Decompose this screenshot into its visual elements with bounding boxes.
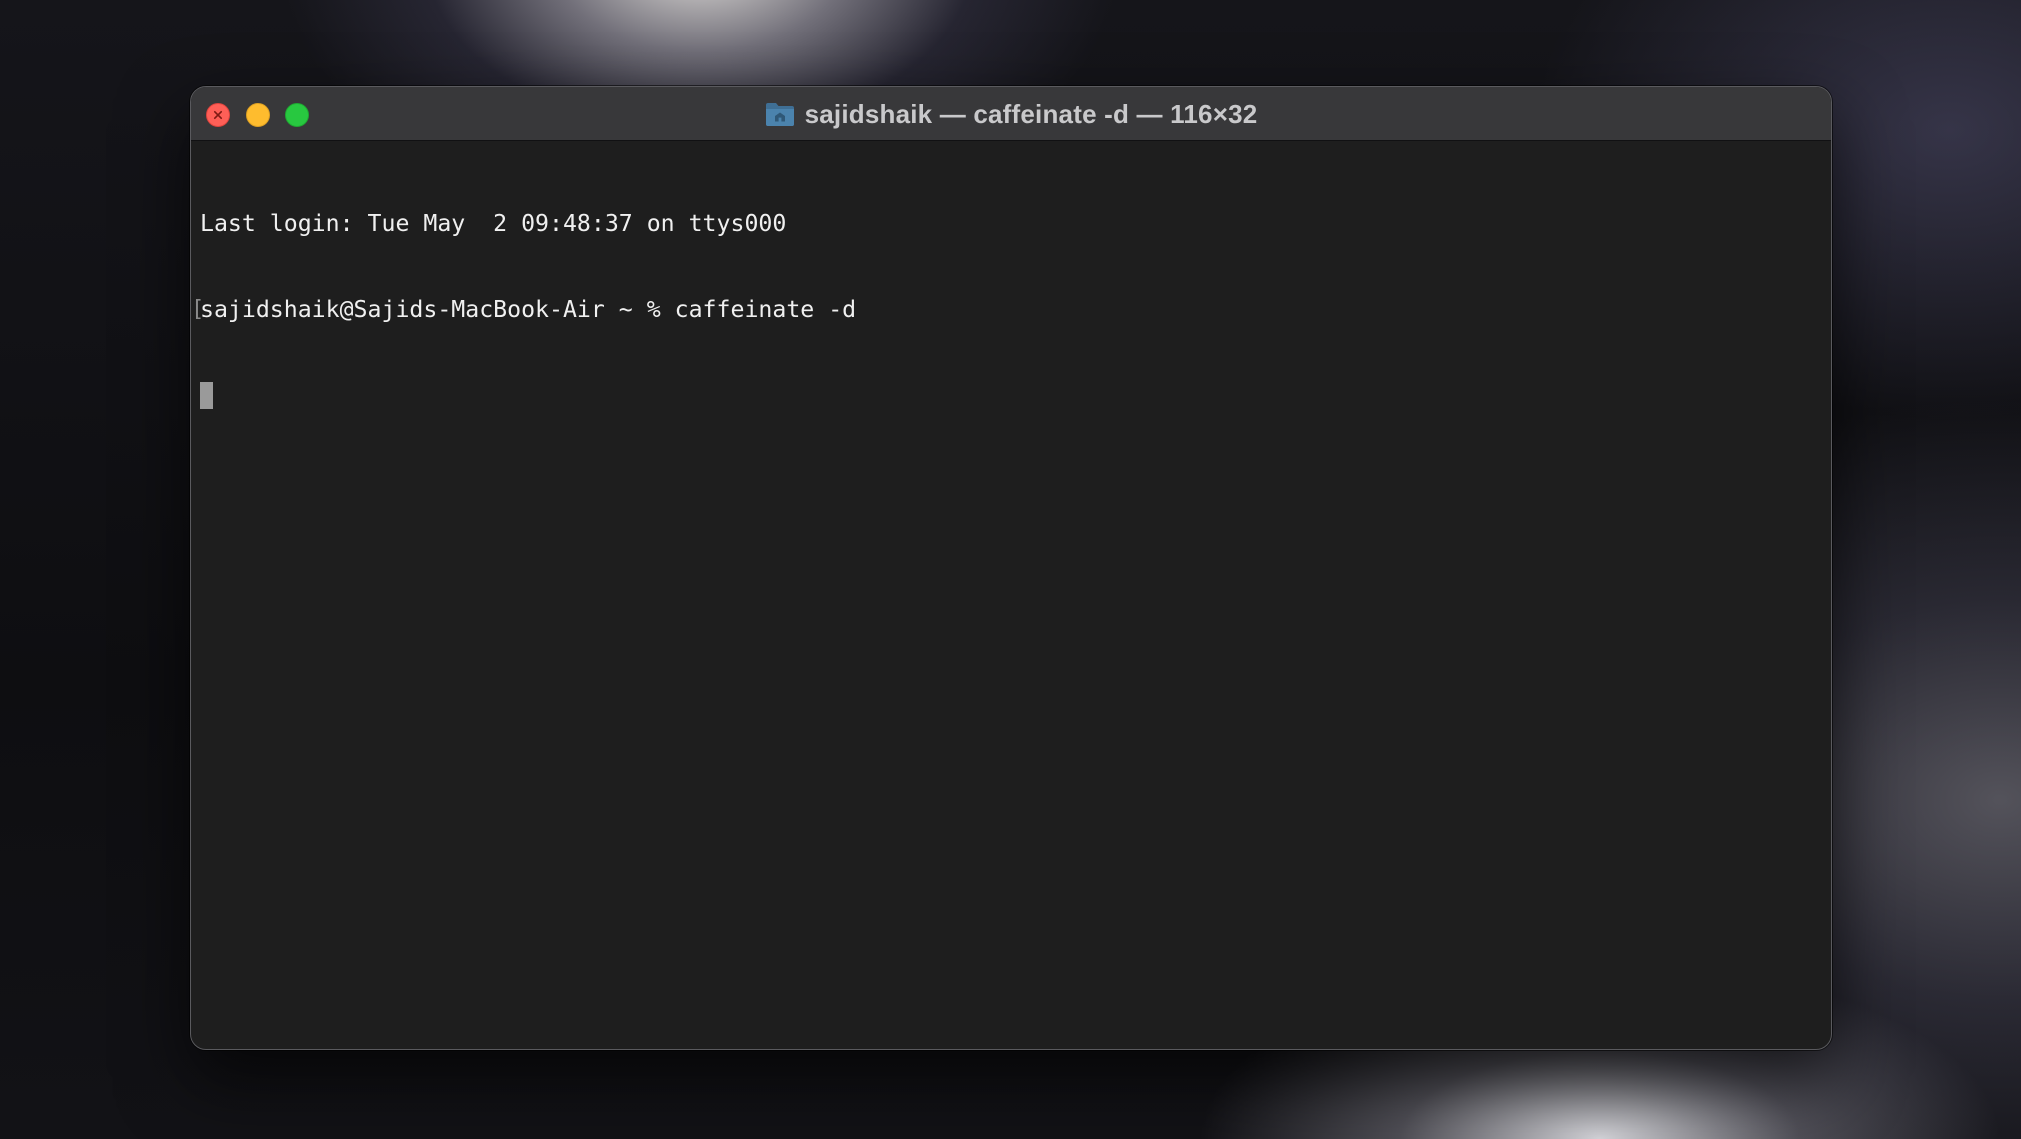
- terminal-line-cursor: [200, 381, 1831, 410]
- terminal-line-last-login: Last login: Tue May 2 09:48:37 on ttys00…: [200, 210, 1831, 239]
- terminal-line-prompt: [sajidshaik@Sajids-MacBook-Air ~ % caffe…: [191, 295, 1831, 325]
- window-title: sajidshaik — caffeinate -d — 116×32: [804, 98, 1258, 129]
- terminal-window: sajidshaik — caffeinate -d — 116×32 Last…: [190, 86, 1832, 1050]
- line-mark-left: [: [191, 296, 205, 322]
- folder-icon: [765, 103, 794, 126]
- text-cursor: [200, 382, 213, 409]
- prompt-command-text: sajidshaik@Sajids-MacBook-Air ~ % caffei…: [200, 295, 857, 323]
- terminal-content[interactable]: Last login: Tue May 2 09:48:37 on ttys00…: [191, 141, 1831, 1049]
- title-bar[interactable]: sajidshaik — caffeinate -d — 116×32: [191, 87, 1831, 141]
- last-login-text: Last login: Tue May 2 09:48:37 on ttys00…: [200, 210, 787, 237]
- window-title-area: sajidshaik — caffeinate -d — 116×32: [191, 87, 1831, 141]
